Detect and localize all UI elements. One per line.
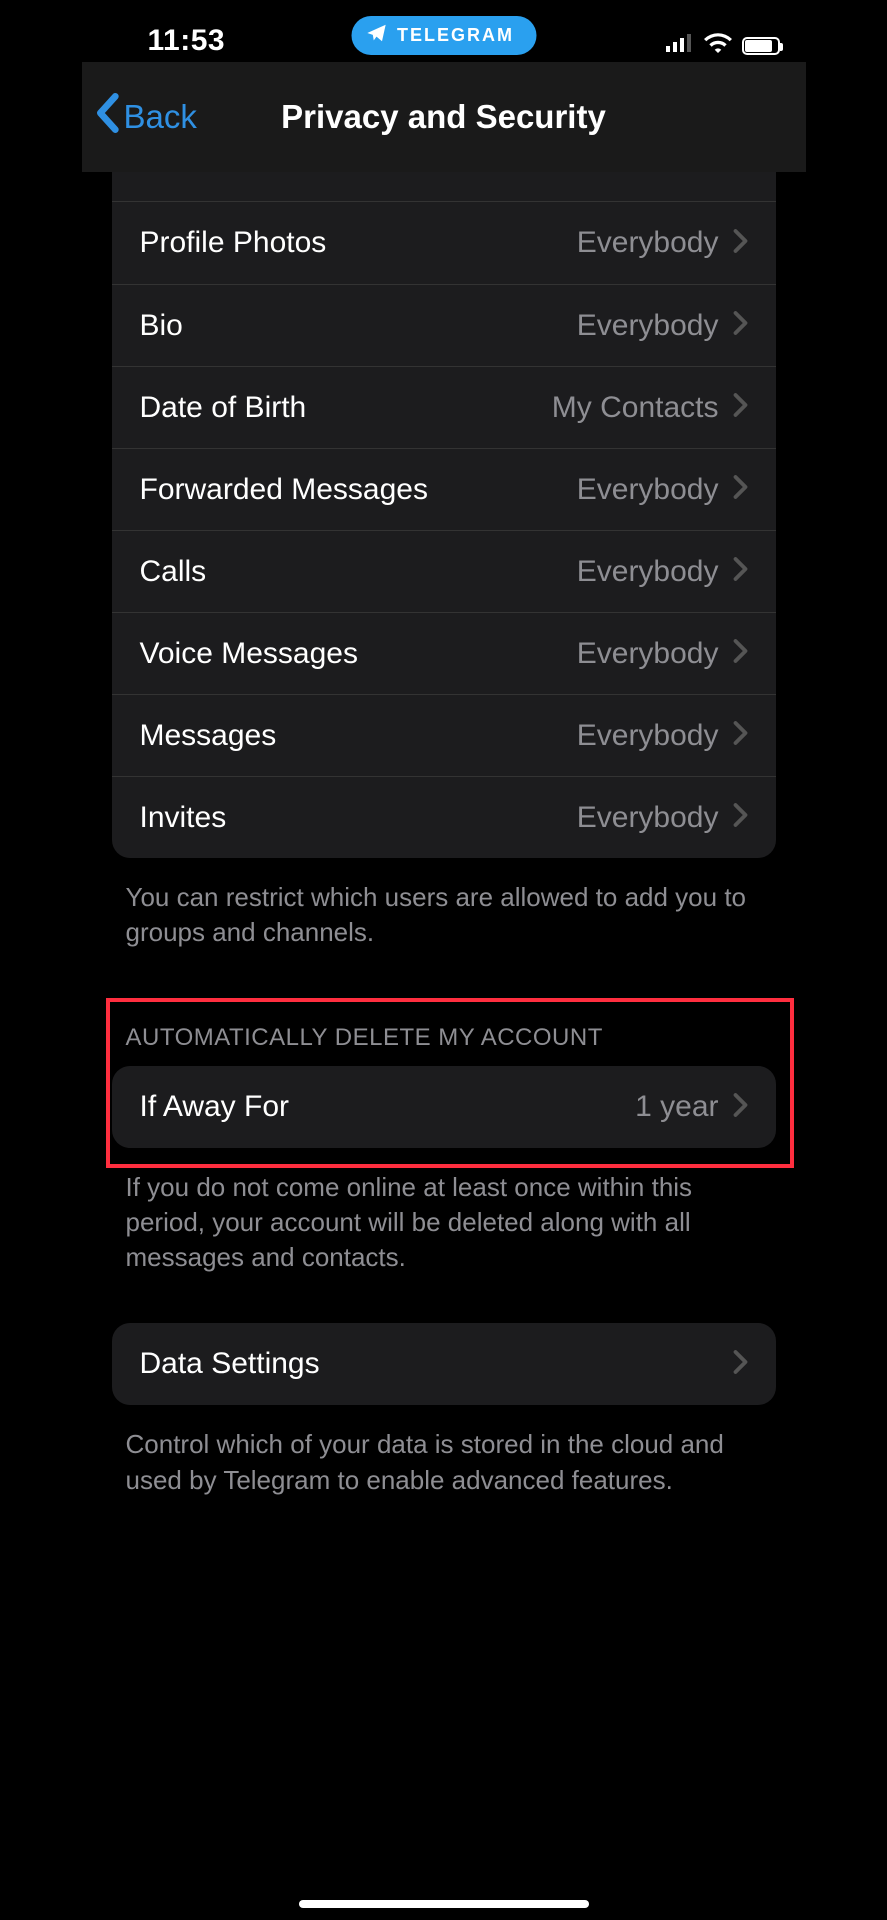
chevron-right-icon [733, 310, 748, 341]
privacy-settings-group: Profile PhotosEverybodyBioEverybodyDate … [112, 172, 776, 858]
row-label: Profile Photos [140, 226, 577, 260]
chevron-right-icon [733, 228, 748, 259]
privacy-footer: You can restrict which users are allowed… [82, 858, 806, 950]
nav-bar: Back Privacy and Security [82, 62, 806, 172]
delete-account-group: If Away For 1 year [112, 1066, 776, 1148]
chevron-right-icon [733, 474, 748, 505]
chevron-right-icon [733, 1092, 748, 1123]
chevron-right-icon [733, 720, 748, 751]
row-value: Everybody [577, 473, 719, 507]
pill-label: TELEGRAM [397, 25, 514, 46]
data-settings-group: Data Settings [112, 1323, 776, 1405]
clock: 11:53 [108, 24, 226, 58]
page-title: Privacy and Security [281, 98, 606, 136]
row-label: Invites [140, 801, 577, 835]
privacy-row-voice-messages[interactable]: Voice MessagesEverybody [112, 612, 776, 694]
row-label: Data Settings [140, 1347, 733, 1381]
back-button[interactable]: Back [94, 93, 197, 141]
row-value: Everybody [577, 801, 719, 835]
row-label: Forwarded Messages [140, 473, 577, 507]
back-label: Back [124, 98, 197, 136]
row-label: If Away For [140, 1090, 636, 1124]
row-label: Calls [140, 555, 577, 589]
row-value: Everybody [577, 637, 719, 671]
chevron-left-icon [94, 93, 120, 141]
battery-icon [742, 37, 780, 55]
if-away-for-row[interactable]: If Away For 1 year [112, 1066, 776, 1148]
wifi-icon [704, 33, 732, 58]
row-value: Everybody [577, 719, 719, 753]
data-settings-row[interactable]: Data Settings [112, 1323, 776, 1405]
row-label: Messages [140, 719, 577, 753]
chevron-right-icon [733, 802, 748, 833]
privacy-row-messages[interactable]: MessagesEverybody [112, 694, 776, 776]
privacy-row-date-of-birth[interactable]: Date of BirthMy Contacts [112, 366, 776, 448]
status-right [666, 33, 780, 58]
privacy-row-bio[interactable]: BioEverybody [112, 284, 776, 366]
paper-plane-icon [365, 22, 387, 49]
row-value: Everybody [577, 309, 719, 343]
row-label: Date of Birth [140, 391, 552, 425]
row-label: Voice Messages [140, 637, 577, 671]
row-value: My Contacts [552, 391, 719, 425]
chevron-right-icon [733, 556, 748, 587]
row-value: Everybody [577, 226, 719, 260]
privacy-row-forwarded-messages[interactable]: Forwarded MessagesEverybody [112, 448, 776, 530]
return-to-app-pill[interactable]: TELEGRAM [351, 16, 536, 55]
list-row-partial [112, 172, 776, 202]
data-footer: Control which of your data is stored in … [82, 1405, 806, 1497]
delete-footer: If you do not come online at least once … [82, 1148, 806, 1275]
chevron-right-icon [733, 638, 748, 669]
cellular-icon [666, 34, 694, 57]
chevron-right-icon [733, 392, 748, 423]
home-indicator[interactable] [299, 1900, 589, 1908]
row-value: 1 year [635, 1090, 718, 1124]
privacy-row-calls[interactable]: CallsEverybody [112, 530, 776, 612]
privacy-row-invites[interactable]: InvitesEverybody [112, 776, 776, 858]
row-value: Everybody [577, 555, 719, 589]
chevron-right-icon [733, 1349, 748, 1380]
status-bar: 11:53 TELEGRAM [82, 0, 806, 62]
privacy-row-profile-photos[interactable]: Profile PhotosEverybody [112, 202, 776, 284]
row-label: Bio [140, 309, 577, 343]
section-header-delete: AUTOMATICALLY DELETE MY ACCOUNT [82, 950, 806, 1066]
